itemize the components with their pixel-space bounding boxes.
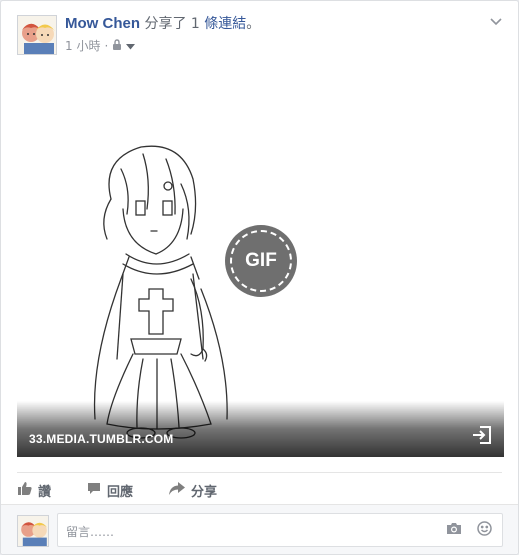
share-button[interactable]: 分享 bbox=[169, 481, 217, 500]
action-prefix: 分享了 bbox=[140, 16, 191, 32]
share-label: 分享 bbox=[191, 484, 218, 500]
like-button[interactable]: 讚 bbox=[17, 481, 51, 500]
comment-icon bbox=[87, 482, 101, 499]
lock-icon[interactable] bbox=[112, 38, 122, 53]
gif-label: GIF bbox=[245, 250, 277, 271]
meta-separator: · bbox=[104, 38, 109, 53]
media-caption-overlay bbox=[17, 401, 504, 457]
author-name[interactable]: Mow Chen bbox=[65, 15, 140, 32]
actions-divider bbox=[17, 472, 502, 473]
comment-bar: 留言…… bbox=[1, 504, 518, 554]
gif-play-button[interactable]: GIF bbox=[225, 225, 297, 297]
caret-down-icon[interactable] bbox=[126, 39, 136, 53]
post-card: Mow Chen 分享了 1 條連結。 1 小時 · GIF 33.MEDIA.… bbox=[0, 0, 519, 555]
share-icon bbox=[169, 481, 186, 499]
viewer-avatar[interactable] bbox=[17, 515, 49, 547]
post-header: Mow Chen 分享了 1 條連結。 1 小時 · bbox=[17, 13, 506, 57]
post-actions: 讚 回應 分享 bbox=[17, 479, 253, 501]
gif-media[interactable]: GIF 33.MEDIA.TUMBLR.COM bbox=[17, 64, 504, 457]
chevron-down-icon[interactable] bbox=[490, 15, 502, 29]
media-domain[interactable]: 33.MEDIA.TUMBLR.COM bbox=[29, 432, 173, 446]
camera-icon[interactable] bbox=[446, 522, 462, 538]
open-external-icon[interactable] bbox=[472, 426, 492, 447]
action-suffix: 。 bbox=[246, 16, 261, 32]
post-meta: 1 小時 · bbox=[65, 37, 136, 54]
post-headline: Mow Chen 分享了 1 條連結。 bbox=[65, 15, 260, 33]
character-sketch bbox=[93, 145, 228, 439]
like-label: 讚 bbox=[38, 484, 52, 500]
link-count: 1 bbox=[190, 16, 200, 32]
link-word[interactable]: 條連結 bbox=[200, 16, 246, 32]
comment-input[interactable]: 留言…… bbox=[57, 513, 503, 547]
smile-icon[interactable] bbox=[477, 521, 492, 539]
comment-button[interactable]: 回應 bbox=[87, 481, 133, 500]
comment-label: 回應 bbox=[107, 484, 134, 500]
post-timestamp[interactable]: 1 小時 bbox=[65, 37, 100, 54]
author-avatar[interactable] bbox=[17, 15, 57, 55]
like-icon bbox=[17, 481, 32, 499]
